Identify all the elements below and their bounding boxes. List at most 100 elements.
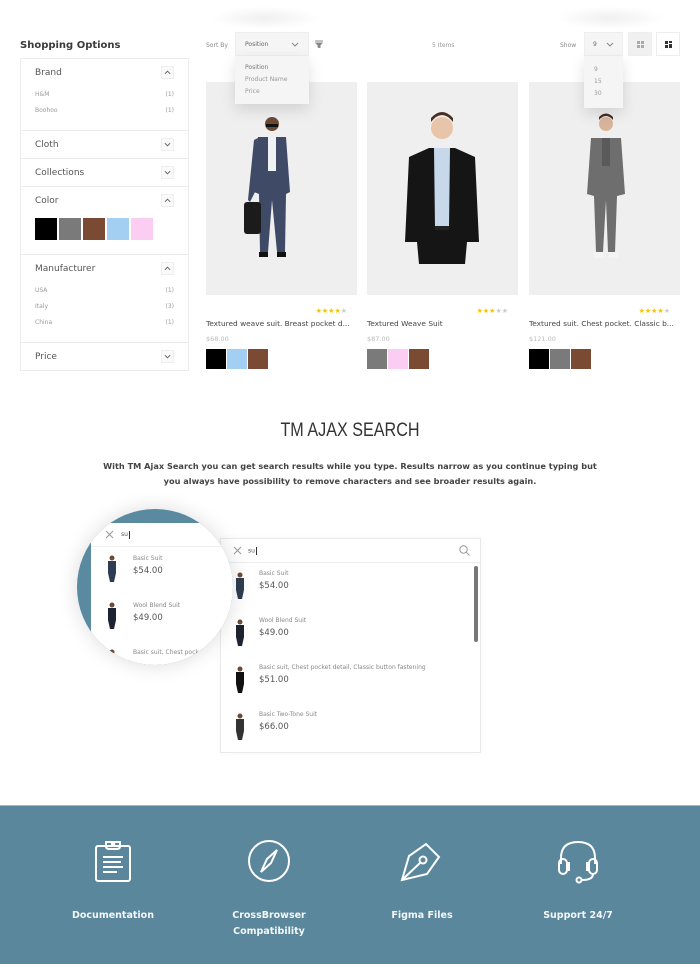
filter-color-header[interactable]: Color (35, 187, 174, 214)
filter-label: Color (35, 195, 59, 206)
product-swatches (529, 349, 591, 369)
sort-option[interactable]: Position (245, 62, 299, 74)
search-result[interactable]: Basic suit, Chest pocket detail, Classic… (221, 657, 480, 704)
limiter-select[interactable]: 9 (584, 32, 623, 56)
chevron-down-icon (291, 42, 299, 47)
feature-crossbrowser: CrossBrowser Compatibility (199, 836, 339, 940)
product-card[interactable]: ★★★★★ Textured Weave Suit $87.00 (367, 82, 518, 369)
scrollbar-thumb[interactable] (474, 566, 478, 642)
product-price: $87.00 (367, 335, 390, 343)
filter-option[interactable]: USA (1) (35, 282, 174, 298)
close-icon[interactable] (233, 546, 242, 555)
product-name[interactable]: Textured weave suit. Breast pocket d... (206, 319, 357, 328)
limiter-dropdown-menu: 9 15 30 (584, 56, 623, 108)
product-swatches (367, 349, 429, 369)
search-result[interactable]: Wool Blend Suit $49.00 (221, 610, 480, 657)
result-price: $51.00 (259, 675, 289, 685)
grid-icon (636, 40, 644, 48)
product-color-swatch[interactable] (550, 349, 570, 369)
limiter-option[interactable]: 15 (594, 76, 613, 88)
search-icon[interactable] (459, 545, 470, 556)
color-swatch[interactable] (107, 218, 129, 240)
sort-option[interactable]: Price (245, 86, 299, 98)
search-input[interactable]: su (248, 546, 459, 555)
filter-collections-header[interactable]: Collections (35, 159, 174, 186)
product-price: $68.00 (206, 335, 229, 343)
filter-cloth-header[interactable]: Cloth (35, 131, 174, 158)
star-empty-icon: ★ (340, 307, 347, 315)
previous-section-edge (0, 0, 700, 30)
product-image[interactable] (367, 82, 518, 295)
filter-option[interactable]: China (1) (35, 314, 174, 330)
color-swatches (35, 214, 174, 254)
search-result[interactable]: Basic Suit $54.00 (221, 563, 480, 610)
chevron-up-icon[interactable] (161, 66, 174, 79)
sort-option[interactable]: Product Name (245, 74, 299, 86)
suit-thumbnail-icon (236, 666, 244, 693)
filter-option[interactable]: Italy (3) (35, 298, 174, 314)
filter-price-header[interactable]: Price (35, 343, 174, 370)
show-label: Show (560, 42, 577, 49)
product-image[interactable] (206, 82, 357, 295)
product-color-swatch[interactable] (409, 349, 429, 369)
color-swatch[interactable] (35, 218, 57, 240)
rating-stars: ★★★★★ (639, 307, 670, 315)
result-name: Wool Blend Suit (259, 617, 307, 624)
result-name: Basic Two-Tone Suit (259, 711, 318, 718)
magnified-search-field: su (91, 523, 233, 547)
product-color-swatch[interactable] (248, 349, 268, 369)
shopping-options-sidebar: Shopping Options Brand H&M (1) Boohoo (1) … (20, 40, 189, 371)
color-swatch[interactable] (59, 218, 81, 240)
sort-value: Position (245, 40, 269, 48)
star-empty-icon: ★ (663, 307, 670, 315)
filter-brand: Brand H&M (1) Boohoo (1) (21, 59, 188, 131)
filter-brand-header[interactable]: Brand (35, 59, 174, 86)
filter-option[interactable]: Boohoo (1) (35, 102, 174, 118)
product-card[interactable]: ★★★★★ Textured suit. Chest pocket. Class… (529, 82, 680, 369)
grid-view-button[interactable] (628, 32, 652, 56)
feature-support: Support 24/7 (508, 836, 648, 924)
color-swatch[interactable] (131, 218, 153, 240)
close-icon (105, 530, 114, 539)
product-swatches (206, 349, 268, 369)
suit-thumbnail-icon (108, 555, 116, 582)
result-price: $49.00 (259, 628, 289, 638)
result-name: Basic Suit (259, 570, 289, 577)
chevron-up-icon[interactable] (161, 262, 174, 275)
feature-documentation: Documentation (43, 836, 183, 924)
search-result[interactable]: Basic Two-Tone Suit $66.00 (221, 704, 480, 751)
suit-thumbnail-icon (236, 572, 244, 599)
product-color-swatch[interactable] (571, 349, 591, 369)
chevron-down-icon[interactable] (161, 350, 174, 363)
limiter-value: 9 (593, 40, 597, 48)
suit-thumbnail-icon (236, 713, 244, 740)
sort-select[interactable]: Position (235, 32, 309, 56)
search-field[interactable]: su (221, 539, 480, 563)
filter-collections: Collections (21, 159, 188, 187)
product-image[interactable] (529, 82, 680, 295)
feature-label: Figma Files (391, 910, 453, 921)
chevron-up-icon[interactable] (161, 194, 174, 207)
color-swatch[interactable] (83, 218, 105, 240)
limiter-option[interactable]: 30 (594, 88, 613, 100)
product-card[interactable]: ★★★★★ Textured weave suit. Breast pocket… (206, 82, 357, 369)
product-name[interactable]: Textured suit. Chest pocket. Classic b..… (529, 319, 680, 328)
product-name[interactable]: Textured Weave Suit (367, 319, 518, 328)
product-color-swatch[interactable] (388, 349, 408, 369)
filter-option[interactable]: H&M (1) (35, 86, 174, 102)
sort-direction-icon[interactable] (315, 40, 323, 48)
product-color-swatch[interactable] (227, 349, 247, 369)
chevron-down-icon[interactable] (161, 138, 174, 151)
clipboard-icon (95, 841, 131, 882)
filter-manufacturer-header[interactable]: Manufacturer (35, 255, 174, 282)
feature-label: CrossBrowser Compatibility (232, 910, 306, 937)
product-color-swatch[interactable] (529, 349, 549, 369)
chevron-down-icon (606, 42, 614, 47)
list-view-button[interactable] (656, 32, 680, 56)
filter-color: Color (21, 187, 188, 255)
suit-thumbnail-icon (108, 602, 116, 629)
limiter-option[interactable]: 9 (594, 64, 613, 76)
product-color-swatch[interactable] (367, 349, 387, 369)
chevron-down-icon[interactable] (161, 166, 174, 179)
product-color-swatch[interactable] (206, 349, 226, 369)
